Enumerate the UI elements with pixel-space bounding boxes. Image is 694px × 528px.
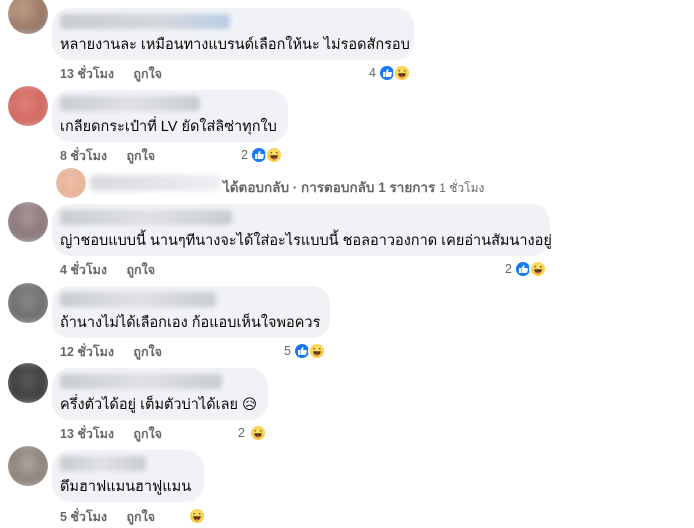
comment-time[interactable]: 5 ชั่วโมง xyxy=(60,510,107,524)
reaction-count: 5 xyxy=(284,344,291,358)
author-name-blurred[interactable] xyxy=(60,456,146,471)
like-button[interactable]: ถูกใจ xyxy=(126,510,155,524)
avatar[interactable] xyxy=(8,283,48,323)
like-button[interactable]: ถูกใจ xyxy=(126,263,155,277)
author-name-blurred[interactable] xyxy=(60,374,222,389)
reply-summary-label[interactable]: ได้ตอบกลับ · การตอบกลับ 1 รายการ xyxy=(223,180,435,195)
comment-meta: 5 ชั่วโมง ถูกใจ xyxy=(60,510,155,524)
comment-meta: 13 ชั่วโมง ถูกใจ xyxy=(60,427,162,441)
comment-meta: 8 ชั่วโมง ถูกใจ xyxy=(60,149,155,163)
haha-icon xyxy=(248,424,267,442)
reaction-count: 4 xyxy=(369,66,376,80)
reaction-count: 2 xyxy=(241,148,248,162)
reaction-summary[interactable]: 2 xyxy=(505,260,547,278)
avatar[interactable] xyxy=(8,0,48,34)
comment-bubble: ถ้านางไม่ได้เลือกเอง ก้อแอบเห็นใจพอควร xyxy=(52,286,330,338)
comment-meta: 13 ชั่วโมง ถูกใจ xyxy=(60,67,162,81)
reaction-summary[interactable] xyxy=(186,507,206,525)
comment-meta: 12 ชั่วโมง ถูกใจ xyxy=(60,345,162,359)
like-button[interactable]: ถูกใจ xyxy=(126,149,155,163)
like-button[interactable]: ถูกใจ xyxy=(133,427,162,441)
reply-author-blurred xyxy=(90,175,220,191)
reply-summary-text[interactable]: ได้ตอบกลับ · การตอบกลับ 1 รายการ 1 ชั่วโม… xyxy=(223,176,484,198)
comment-bubble: ดึมฮาฟแมนฮาฟูแมน xyxy=(52,450,204,502)
comment-time[interactable]: 12 ชั่วโมง xyxy=(60,345,114,359)
comment-bubble: หลายงานละ เหมือนทางแบรนด์เลือกให้นะ ไม่ร… xyxy=(52,8,414,60)
comment-bubble: ครึ่งตัวได้อยู่ เต็มตัวบ่าได้เลย 😥 xyxy=(52,368,268,420)
comment-text: เกลียดกระเป๋าที่ LV ยัดใส่ลิซ่าทุกใบ xyxy=(60,119,277,135)
author-name-blurred[interactable] xyxy=(60,210,232,225)
haha-icon xyxy=(264,146,283,164)
comment-text: ญ่าชอบแบบนี้ นานๆทีนางจะได้ใส่อะไรแบบนี้… xyxy=(60,233,552,249)
comment-time[interactable]: 13 ชั่วโมง xyxy=(60,427,114,441)
avatar[interactable] xyxy=(8,446,48,486)
view-replies-row[interactable]: ได้ตอบกลับ · การตอบกลับ 1 รายการ 1 ชั่วโม… xyxy=(0,166,694,200)
author-name-blurred[interactable] xyxy=(60,96,200,111)
author-name-blurred[interactable] xyxy=(60,292,216,307)
haha-icon xyxy=(528,260,547,278)
comment-text: หลายงานละ เหมือนทางแบรนด์เลือกให้นะ ไม่ร… xyxy=(60,37,410,53)
comment-time[interactable]: 8 ชั่วโมง xyxy=(60,149,107,163)
comment-text: ถ้านางไม่ได้เลือกเอง ก้อแอบเห็นใจพอควร xyxy=(60,315,321,331)
reaction-summary[interactable]: 2 xyxy=(241,146,283,164)
comment-text: ครึ่งตัวได้อยู่ เต็มตัวบ่าได้เลย 😥 xyxy=(60,397,258,413)
avatar[interactable] xyxy=(8,86,48,126)
comment-meta: 4 ชั่วโมง ถูกใจ xyxy=(60,263,155,277)
haha-icon xyxy=(307,342,326,360)
like-button[interactable]: ถูกใจ xyxy=(133,67,162,81)
haha-icon xyxy=(392,64,411,82)
comment-time[interactable]: 4 ชั่วโมง xyxy=(60,263,107,277)
reaction-count: 2 xyxy=(505,262,512,276)
comment-text: ดึมฮาฟแมนฮาฟูแมน xyxy=(60,479,192,495)
haha-icon xyxy=(188,507,206,525)
reaction-summary[interactable]: 2 xyxy=(238,424,267,442)
reply-avatar xyxy=(56,168,86,198)
reply-time: 1 ชั่วโมง xyxy=(439,181,485,195)
reaction-summary[interactable]: 5 xyxy=(284,342,326,360)
like-button[interactable]: ถูกใจ xyxy=(133,345,162,359)
comment-bubble: ญ่าชอบแบบนี้ นานๆทีนางจะได้ใส่อะไรแบบนี้… xyxy=(52,204,552,256)
reaction-count: 2 xyxy=(238,426,245,440)
comment-time[interactable]: 13 ชั่วโมง xyxy=(60,67,114,81)
avatar[interactable] xyxy=(8,202,48,242)
author-name-blurred[interactable] xyxy=(60,14,230,29)
reaction-summary[interactable]: 4 xyxy=(369,64,411,82)
avatar[interactable] xyxy=(8,363,48,403)
comment-bubble: เกลียดกระเป๋าที่ LV ยัดใส่ลิซ่าทุกใบ xyxy=(52,90,288,142)
